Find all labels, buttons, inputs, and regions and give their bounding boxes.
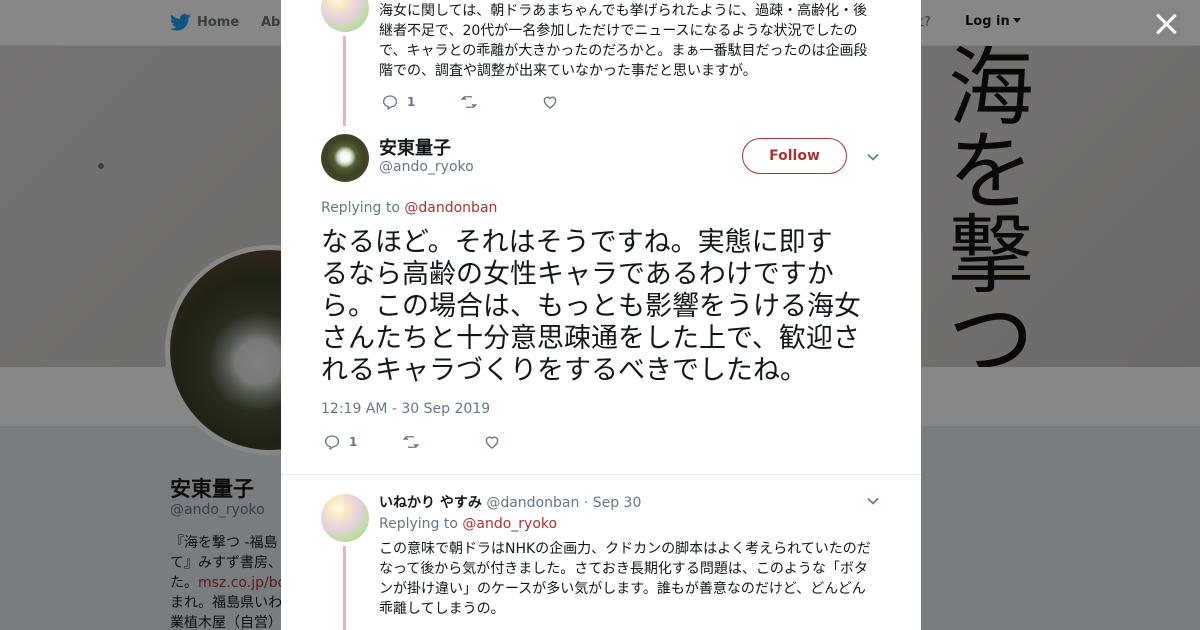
thread-connector <box>343 546 346 630</box>
like-button[interactable] <box>541 92 559 112</box>
like-button[interactable] <box>483 432 501 452</box>
main-tweet-author-name[interactable]: 安東量子 <box>379 134 451 160</box>
text-line: なるほど。それはそうですね。実態に即す <box>321 227 833 258</box>
text-line: 海女に関しては、朝ドラあまちゃんでも挙げられたように、過疎・高齢化・後 <box>379 3 868 19</box>
main-tweet-avatar[interactable] <box>321 134 369 182</box>
reply-icon <box>324 435 340 451</box>
reply-button[interactable]: 1 <box>381 92 415 112</box>
main-tweet-text: なるほど。それはそうですね。実態に即す るなら高齢の女性キャラであるわけですか … <box>321 227 891 387</box>
like-icon <box>485 436 499 449</box>
previous-tweet-text: 海女に関しては、朝ドラあまちゃんでも挙げられたように、過疎・高齢化・後 継者不足… <box>379 1 867 81</box>
text-line: るなら高齢の女性キャラであるわけですか <box>321 259 834 290</box>
close-icon[interactable] <box>1155 13 1177 35</box>
retweet-icon <box>461 96 477 108</box>
reply-count: 1 <box>349 435 358 449</box>
previous-tweet-avatar[interactable] <box>321 0 369 32</box>
main-tweet-timestamp[interactable]: 12:19 AM - 30 Sep 2019 <box>321 401 490 417</box>
reply-button[interactable]: 1 <box>323 432 357 452</box>
text-line: さんたちと十分意思疎通をした上で、歓迎さ <box>321 323 860 354</box>
reply-icon <box>382 95 398 111</box>
reply-count: 1 <box>407 95 416 109</box>
reply-tweet-author-name[interactable]: いねかり やすみ <box>379 495 482 511</box>
chevron-down-icon[interactable] <box>866 150 880 164</box>
like-icon <box>543 96 557 109</box>
tweet-divider <box>281 474 921 475</box>
replying-to-mention[interactable]: @dandonban <box>404 200 497 216</box>
main-tweet-author-handle[interactable]: @ando_ryoko <box>379 159 474 175</box>
reply-tweet-time[interactable]: · Sep 30 <box>584 495 642 511</box>
text-line: 階での、調査や調整が出来ていなかった事だと思いますが。 <box>379 63 757 79</box>
retweet-button[interactable] <box>402 432 420 452</box>
reply-tweet-author-handle[interactable]: @dandonban <box>486 495 579 511</box>
text-line: ら。この場合は、もっとも影響をうける海女 <box>321 291 861 322</box>
text-line: で、キャラとの乖離が大きかったのだろかと。まぁ一番駄目だったのは企画段 <box>379 43 868 59</box>
text-line: 乖離してしまうの。 <box>379 601 505 617</box>
text-line: この意味で朝ドラはNHKの企画力、クドカンの脚本はよく考えられていたのだ <box>379 541 871 557</box>
replying-prefix: Replying to <box>379 516 458 532</box>
reply-tweet-text: この意味で朝ドラはNHKの企画力、クドカンの脚本はよく考えられていたのだ なって… <box>379 539 871 619</box>
tweet-modal: 海女に関しては、朝ドラあまちゃんでも挙げられたように、過疎・高齢化・後 継者不足… <box>281 0 921 630</box>
thread-connector <box>343 36 346 126</box>
reply-tweet-header: いねかり やすみ @dandonban · Sep 30 <box>379 492 641 512</box>
replying-to-line: Replying to @dandonban <box>321 200 497 216</box>
follow-button[interactable]: Follow <box>742 138 847 174</box>
replying-to-line: Replying to @ando_ryoko <box>379 516 557 532</box>
retweet-button[interactable] <box>460 92 478 112</box>
text-line: 継者不足で、20代が一名参加しただけでニュースになるような状況でしたの <box>379 23 858 39</box>
text-line: ンが掛け違い」のケースが多い気がします。誰もが善意なのだけど、どんどん <box>379 581 866 597</box>
text-line: れるキャラづくりをするべきでしたね。 <box>321 355 807 386</box>
reply-tweet-avatar[interactable] <box>321 494 369 542</box>
retweet-icon <box>403 436 419 448</box>
replying-prefix: Replying to <box>321 200 400 216</box>
replying-to-mention[interactable]: @ando_ryoko <box>462 516 557 532</box>
chevron-down-icon[interactable] <box>866 494 880 508</box>
text-line: なって後から気が付きました。さておき長期化する問題は、このような「ボタ <box>379 561 868 577</box>
